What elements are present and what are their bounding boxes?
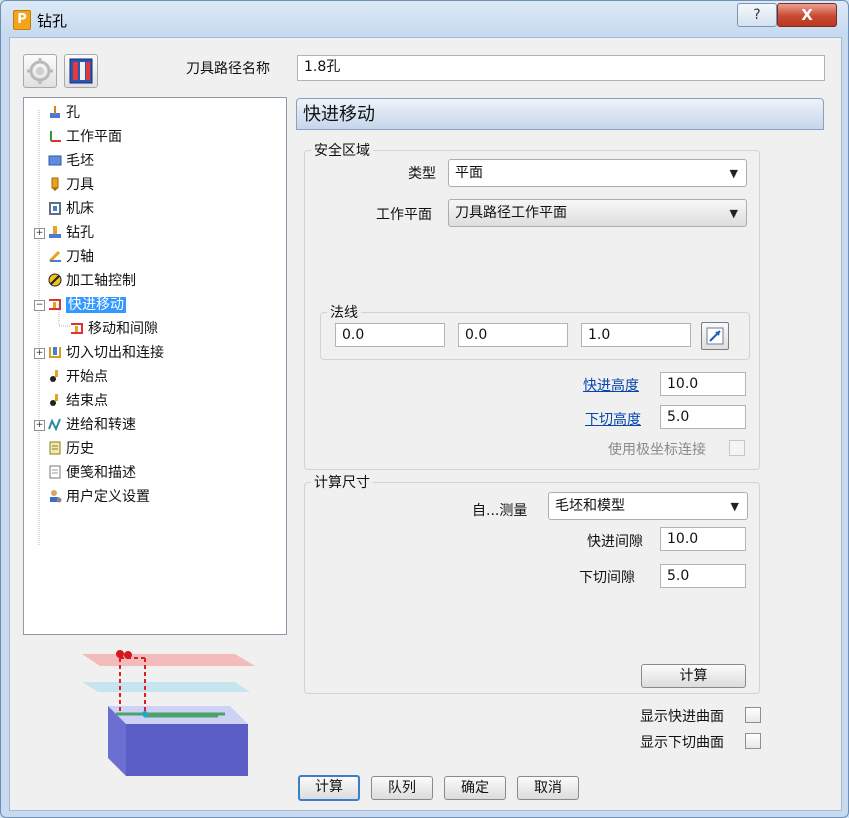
plunge-gap-label: 下切间隙 — [579, 570, 635, 586]
user-settings-icon — [50, 490, 62, 503]
workplane-label: 工作平面 — [376, 207, 432, 223]
toolpath-name-input[interactable]: 1.8孔 — [297, 55, 825, 81]
toolpath-options-button[interactable] — [23, 54, 57, 88]
rapid-gap-input[interactable]: 10.0 — [660, 527, 746, 551]
machine-icon — [49, 202, 61, 215]
leads-links-icon — [49, 347, 61, 358]
tree-item-block[interactable]: 毛坯 — [48, 150, 94, 172]
tree-item-machine[interactable]: 机床 — [48, 198, 94, 220]
tree-item-drilling[interactable]: 钻孔 — [48, 222, 94, 244]
polar-link-label: 使用极坐标连接 — [608, 442, 706, 458]
calculate-button[interactable]: 计算 — [298, 775, 360, 801]
rapid-move-preview-image — [82, 650, 255, 776]
tree-item-moves-clearance[interactable]: 移动和间隙 — [70, 318, 158, 340]
measure-from-label: 自...测量 — [472, 503, 528, 519]
app-logo-icon: P — [13, 10, 31, 30]
show-plunge-surface-checkbox[interactable] — [745, 733, 761, 749]
tree-item-history[interactable]: 历史 — [48, 438, 94, 460]
polar-link-checkbox[interactable] — [729, 440, 745, 456]
help-button[interactable]: ? — [737, 3, 777, 27]
normal-title: 法线 — [327, 302, 361, 322]
type-select[interactable]: 平面 ▼ — [448, 159, 747, 187]
chevron-down-icon: ▼ — [729, 167, 738, 180]
expand-feeds-speeds-toggle[interactable]: + — [34, 420, 45, 431]
moves-clearance-icon — [71, 323, 83, 334]
normal-pick-button[interactable] — [701, 322, 729, 350]
plunge-gap-input[interactable]: 5.0 — [660, 564, 746, 588]
show-rapid-surface-checkbox[interactable] — [745, 707, 761, 723]
start-point-icon — [50, 370, 58, 382]
settings-tree: 孔 工作平面 毛坯 刀具 机床 + 钻孔 刀轴 加工轴控制 − 快进移动 移动和… — [23, 97, 287, 635]
chevron-down-icon: ▼ — [729, 207, 738, 220]
tool-icon — [51, 177, 59, 191]
tree-item-axis-control[interactable]: 加工轴控制 — [48, 270, 136, 292]
collapse-rapid-move-toggle[interactable]: − — [34, 300, 45, 311]
history-icon — [49, 441, 61, 455]
panel-title: 快进移动 — [296, 98, 824, 130]
tree-item-feeds-speeds[interactable]: 进给和转速 — [48, 414, 136, 436]
type-label: 类型 — [408, 166, 436, 182]
workplane-icon — [50, 131, 61, 142]
axis-control-icon — [48, 273, 62, 287]
measure-from-select[interactable]: 毛坯和模型 ▼ — [548, 492, 748, 520]
normal-y-input[interactable]: 0.0 — [458, 323, 568, 347]
chevron-down-icon: ▼ — [730, 500, 739, 513]
rapid-height-link[interactable]: 快进高度 — [583, 375, 639, 395]
normal-z-input[interactable]: 1.0 — [581, 323, 691, 347]
tree-item-user-settings[interactable]: 用户定义设置 — [48, 486, 150, 508]
toolpath-name-label: 刀具路径名称 — [186, 61, 270, 77]
block-icon — [48, 155, 62, 166]
expand-leads-links-toggle[interactable]: + — [34, 348, 45, 359]
hole-icon — [50, 106, 60, 118]
normal-x-input[interactable]: 0.0 — [335, 323, 445, 347]
expand-drilling-toggle[interactable]: + — [34, 228, 45, 239]
diagonal-arrow-icon — [706, 327, 724, 345]
rapid-height-input[interactable]: 10.0 — [660, 372, 746, 396]
tree-item-start-point[interactable]: 开始点 — [48, 366, 108, 388]
calc-dims-calculate-button[interactable]: 计算 — [641, 664, 746, 688]
title-bar[interactable]: P 钻孔 ? X — [1, 1, 848, 37]
show-plunge-surface-label: 显示下切曲面 — [640, 735, 724, 751]
show-rapid-surface-label: 显示快进曲面 — [640, 709, 724, 725]
drilling-icon — [49, 226, 61, 238]
calc-dims-title: 计算尺寸 — [311, 472, 373, 492]
window-title: 钻孔 — [37, 12, 68, 30]
rapid-move-icon — [49, 299, 61, 310]
plunge-height-link[interactable]: 下切高度 — [585, 409, 641, 429]
notes-icon — [49, 465, 61, 479]
workplane-select[interactable]: 刀具路径工作平面 ▼ — [448, 199, 747, 227]
end-point-icon — [50, 394, 58, 406]
tree-item-tool[interactable]: 刀具 — [48, 174, 94, 196]
tree-item-leads-links[interactable]: 切入切出和连接 — [48, 342, 164, 364]
plunge-height-input[interactable]: 5.0 — [660, 405, 746, 429]
toolpath-strategy-icon — [69, 58, 93, 84]
queue-button[interactable]: 队列 — [371, 776, 433, 800]
ok-button[interactable]: 确定 — [444, 776, 506, 800]
gear-wheel-icon — [27, 58, 53, 84]
dialog-body: 刀具路径名称 1.8孔 孔 工作平面 毛坯 刀具 机床 + 钻孔 刀轴 加工轴控… — [9, 37, 842, 811]
tree-item-hole[interactable]: 孔 — [48, 102, 80, 124]
cancel-button[interactable]: 取消 — [517, 776, 579, 800]
rapid-gap-label: 快进间隙 — [587, 534, 643, 550]
toolpath-list-button[interactable] — [64, 54, 98, 88]
safe-area-title: 安全区域 — [311, 140, 373, 160]
tree-item-rapid-move[interactable]: 快进移动 — [48, 294, 126, 316]
feeds-speeds-icon — [48, 418, 61, 431]
tree-item-tool-axis[interactable]: 刀轴 — [48, 246, 94, 268]
close-button[interactable]: X — [777, 3, 837, 27]
tool-axis-icon — [48, 250, 61, 263]
tree-item-end-point[interactable]: 结束点 — [48, 390, 108, 412]
tree-item-notes[interactable]: 便笺和描述 — [48, 462, 136, 484]
tree-item-workplane[interactable]: 工作平面 — [48, 126, 122, 148]
dialog-window: P 钻孔 ? X 刀具路径名称 1.8孔 孔 工作平面 毛坯 刀具 机床 + 钻… — [0, 0, 849, 818]
